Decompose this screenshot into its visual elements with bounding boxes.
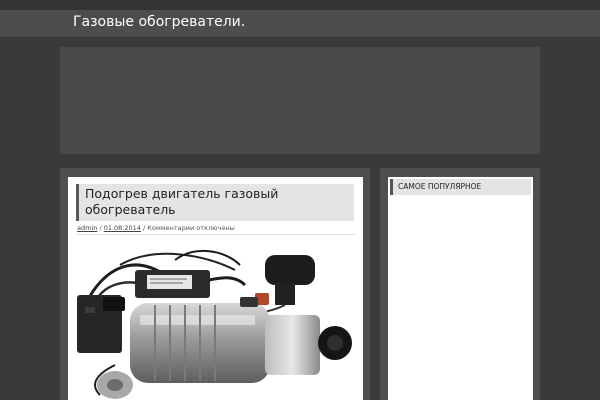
post-title[interactable]: Подогрев двигатель газовый обогреватель xyxy=(76,184,354,221)
comments-status: Комментарии отключены xyxy=(147,224,235,232)
popular-widget: САМОЕ ПОПУЛЯРНОЕ xyxy=(388,177,533,400)
post-card: Подогрев двигатель газовый обогреватель … xyxy=(68,177,363,400)
widget-title: САМОЕ ПОПУЛЯРНОЕ xyxy=(390,179,531,195)
post-meta: admin / 01.08.2014 / Комментарии отключе… xyxy=(77,224,355,235)
top-strip xyxy=(0,0,600,10)
header-banner xyxy=(60,47,540,154)
post-image[interactable] xyxy=(75,245,355,400)
engine-heater-image xyxy=(77,249,352,399)
date-link[interactable]: 01.08.2014 xyxy=(104,224,141,232)
author-link[interactable]: admin xyxy=(77,224,97,232)
site-title[interactable]: Газовые обогреватели. xyxy=(73,14,245,30)
